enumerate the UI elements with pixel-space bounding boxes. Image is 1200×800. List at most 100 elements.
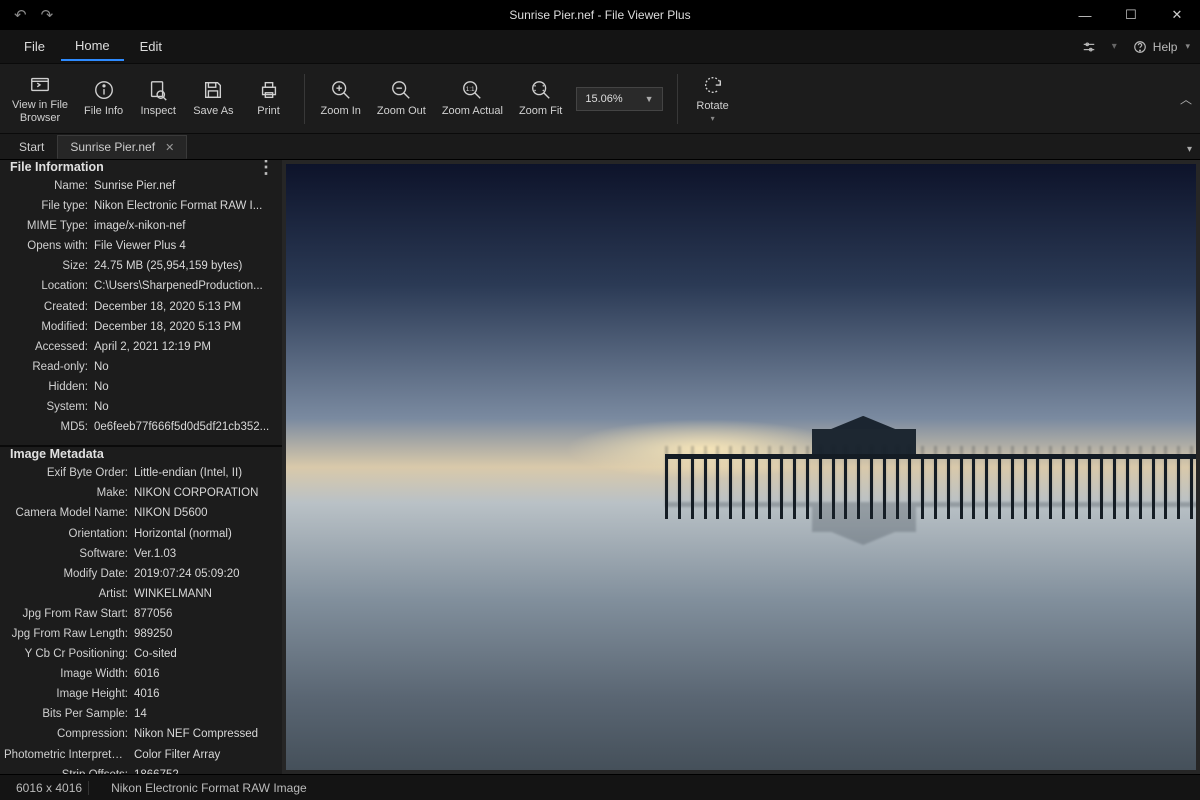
info-key: Read-only: bbox=[4, 359, 94, 375]
info-value: No bbox=[94, 399, 276, 415]
info-key: Make: bbox=[4, 485, 134, 501]
info-key: Exif Byte Order: bbox=[4, 465, 134, 481]
print-button[interactable]: Print bbox=[244, 69, 294, 129]
metadata-rows: Exif Byte Order:Little-endian (Intel, II… bbox=[0, 461, 282, 774]
menu-bar: File Home Edit ▾ Help ▾ bbox=[0, 30, 1200, 64]
info-row: Modify Date:2019:07:24 05:09:20 bbox=[4, 564, 276, 584]
file-info-button[interactable]: File Info bbox=[78, 69, 129, 129]
info-row: Bits Per Sample:14 bbox=[4, 704, 276, 724]
zoom-fit-icon bbox=[530, 79, 552, 101]
info-key: Strip Offsets: bbox=[4, 767, 134, 774]
info-icon bbox=[93, 79, 115, 101]
info-row: Name:Sunrise Pier.nef bbox=[4, 176, 276, 196]
info-row: Hidden:No bbox=[4, 377, 276, 397]
info-key: Size: bbox=[4, 258, 94, 274]
toolbar-ribbon: View in File Browser File Info Inspect S… bbox=[0, 64, 1200, 134]
info-row: Y Cb Cr Positioning:Co-sited bbox=[4, 644, 276, 664]
info-value: Co-sited bbox=[134, 646, 276, 662]
info-row: Strip Offsets:1866752 bbox=[4, 765, 276, 774]
collapse-ribbon-button[interactable]: ︿ bbox=[1180, 90, 1192, 107]
maximize-button[interactable]: ☐ bbox=[1108, 0, 1154, 30]
folder-arrow-icon bbox=[29, 73, 51, 95]
info-value: 2019:07:24 05:09:20 bbox=[134, 566, 276, 582]
info-key: Hidden: bbox=[4, 379, 94, 395]
minimize-button[interactable]: — bbox=[1062, 0, 1108, 30]
info-value: 6016 bbox=[134, 666, 276, 682]
info-key: Orientation: bbox=[4, 526, 134, 542]
view-in-file-browser-button[interactable]: View in File Browser bbox=[6, 69, 74, 129]
info-key: Software: bbox=[4, 546, 134, 562]
window-title: Sunrise Pier.nef - File Viewer Plus bbox=[509, 8, 690, 22]
zoom-actual-button[interactable]: 1:1 Zoom Actual bbox=[436, 69, 509, 129]
document-tabs: Start Sunrise Pier.nef ✕ ▾ bbox=[0, 134, 1200, 160]
info-value: Little-endian (Intel, II) bbox=[134, 465, 276, 481]
info-key: Y Cb Cr Positioning: bbox=[4, 646, 134, 662]
info-row: Compression:Nikon NEF Compressed bbox=[4, 724, 276, 744]
info-value: 1866752 bbox=[134, 767, 276, 774]
save-as-button[interactable]: Save As bbox=[187, 69, 239, 129]
separator bbox=[304, 74, 305, 124]
info-key: Jpg From Raw Start: bbox=[4, 606, 134, 622]
info-row: Modified:December 18, 2020 5:13 PM bbox=[4, 317, 276, 337]
inspect-button[interactable]: Inspect bbox=[133, 69, 183, 129]
zoom-out-button[interactable]: Zoom Out bbox=[371, 69, 432, 129]
menu-file[interactable]: File bbox=[10, 33, 59, 60]
zoom-fit-button[interactable]: Zoom Fit bbox=[513, 69, 568, 129]
rotate-icon bbox=[702, 74, 724, 96]
close-button[interactable]: ✕ bbox=[1154, 0, 1200, 30]
info-key: Compression: bbox=[4, 726, 134, 742]
info-value: C:\Users\SharpenedProduction... bbox=[94, 278, 276, 294]
separator bbox=[677, 74, 678, 124]
info-row: Jpg From Raw Start:877056 bbox=[4, 604, 276, 624]
settings-icon[interactable] bbox=[1082, 40, 1096, 54]
info-row: Software:Ver.1.03 bbox=[4, 544, 276, 564]
save-icon bbox=[202, 79, 224, 101]
file-info-panel-header: File Information ⋮ bbox=[0, 160, 282, 174]
info-value: No bbox=[94, 359, 276, 375]
info-value: Nikon NEF Compressed bbox=[134, 726, 276, 742]
zoom-actual-icon: 1:1 bbox=[461, 79, 483, 101]
info-value: WINKELMANN bbox=[134, 586, 276, 602]
inspect-icon bbox=[147, 79, 169, 101]
info-row: MIME Type:image/x-nikon-nef bbox=[4, 216, 276, 236]
print-icon bbox=[258, 79, 280, 101]
image-canvas bbox=[286, 164, 1196, 770]
menu-home[interactable]: Home bbox=[61, 32, 124, 61]
info-value: December 18, 2020 5:13 PM bbox=[94, 299, 276, 315]
info-value: 0e6feeb77f666f5d0d5df21cb352... bbox=[94, 419, 276, 435]
info-value: December 18, 2020 5:13 PM bbox=[94, 319, 276, 335]
info-sidebar: File Information ⋮ Name:Sunrise Pier.nef… bbox=[0, 160, 282, 774]
info-row: Artist:WINKELMANN bbox=[4, 584, 276, 604]
tab-start[interactable]: Start bbox=[6, 135, 57, 159]
info-key: System: bbox=[4, 399, 94, 415]
image-viewer[interactable] bbox=[282, 160, 1200, 774]
status-format: Nikon Electronic Format RAW Image bbox=[105, 781, 313, 795]
main-content: File Information ⋮ Name:Sunrise Pier.nef… bbox=[0, 160, 1200, 774]
rotate-button[interactable]: Rotate ▾ bbox=[688, 69, 738, 129]
panel-menu-icon[interactable]: ⋮ bbox=[257, 162, 274, 172]
info-row: Exif Byte Order:Little-endian (Intel, II… bbox=[4, 463, 276, 483]
info-row: Make:NIKON CORPORATION bbox=[4, 483, 276, 503]
info-key: Image Width: bbox=[4, 666, 134, 682]
redo-icon[interactable]: ↷ bbox=[41, 6, 54, 24]
info-row: Image Width:6016 bbox=[4, 664, 276, 684]
info-row: Read-only:No bbox=[4, 357, 276, 377]
help-button[interactable]: Help ▾ bbox=[1133, 40, 1190, 54]
close-tab-icon[interactable]: ✕ bbox=[165, 141, 174, 154]
svg-text:1:1: 1:1 bbox=[466, 86, 475, 93]
zoom-level-input[interactable]: 15.06% ▼ bbox=[576, 87, 662, 111]
info-row: Opens with:File Viewer Plus 4 bbox=[4, 236, 276, 256]
info-value: No bbox=[94, 379, 276, 395]
zoom-in-button[interactable]: Zoom In bbox=[315, 69, 367, 129]
info-key: Opens with: bbox=[4, 238, 94, 254]
info-value: 877056 bbox=[134, 606, 276, 622]
tab-file[interactable]: Sunrise Pier.nef ✕ bbox=[57, 135, 187, 159]
menu-edit[interactable]: Edit bbox=[126, 33, 176, 60]
undo-icon[interactable]: ↶ bbox=[14, 6, 27, 24]
zoom-out-icon bbox=[390, 79, 412, 101]
info-row: Size:24.75 MB (25,954,159 bytes) bbox=[4, 256, 276, 276]
status-dimensions: 6016 x 4016 bbox=[10, 781, 89, 795]
tab-overflow-button[interactable]: ▾ bbox=[1187, 144, 1192, 155]
info-value: 4016 bbox=[134, 686, 276, 702]
info-key: File type: bbox=[4, 198, 94, 214]
